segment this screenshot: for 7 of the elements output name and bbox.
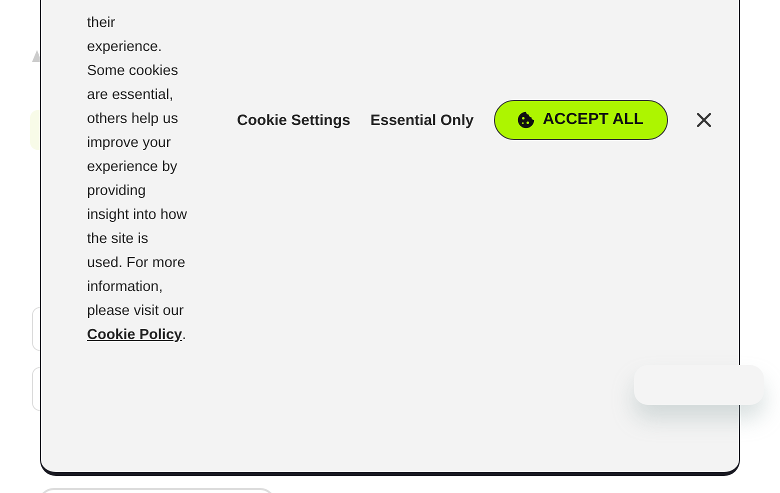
accept-button[interactable]: ACCEPT ALL [494, 100, 668, 140]
text-button[interactable]: Essential Only [362, 104, 482, 136]
text-button[interactable]: Cookie Settings [229, 104, 358, 136]
cookie-message: their experience. Some cookies are essential, others help us improve your experience by providing insight into how the site is used. For more information, please visit our Cookie Policy. [87, 14, 187, 345]
close-icon [696, 112, 712, 128]
cookie-policy-link[interactable]: Cookie Policy [87, 327, 182, 343]
cookie-icon [516, 111, 535, 129]
